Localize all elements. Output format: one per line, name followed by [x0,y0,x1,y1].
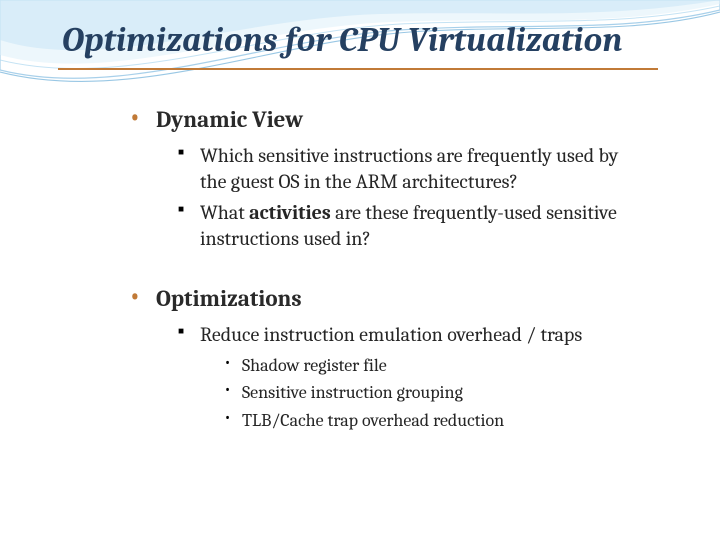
bullet-item: Which sensitive instructions are frequen… [178,143,640,194]
bullet-text: Reduce instruction emulation overhead / … [200,323,582,346]
bullet-list-level2: Reduce instruction emulation overhead / … [156,322,640,432]
section-heading: Optimizations [156,285,302,312]
bullet-list-level3: Shadow register file Sensitive instructi… [200,354,640,432]
bullet-list-level2: Which sensitive instructions are frequen… [156,143,640,251]
section-dynamic-view: Dynamic View Which sensitive instruction… [130,106,640,251]
slide: Optimizations for CPU Virtualization Dyn… [0,0,720,540]
bullet-list-level1: Dynamic View Which sensitive instruction… [130,106,640,432]
slide-title: Optimizations for CPU Virtualization [0,0,720,66]
bullet-item: Reduce instruction emulation overhead / … [178,322,640,432]
bullet-item: TLB/Cache trap overhead reduction [224,409,640,432]
slide-content: Dynamic View Which sensitive instruction… [0,70,720,432]
bullet-item: Sensitive instruction grouping [224,381,640,404]
section-heading: Dynamic View [156,106,303,133]
bullet-item: What activities are these frequently-use… [178,200,640,251]
section-optimizations: Optimizations Reduce instruction emulati… [130,285,640,432]
bullet-item: Shadow register file [224,354,640,377]
